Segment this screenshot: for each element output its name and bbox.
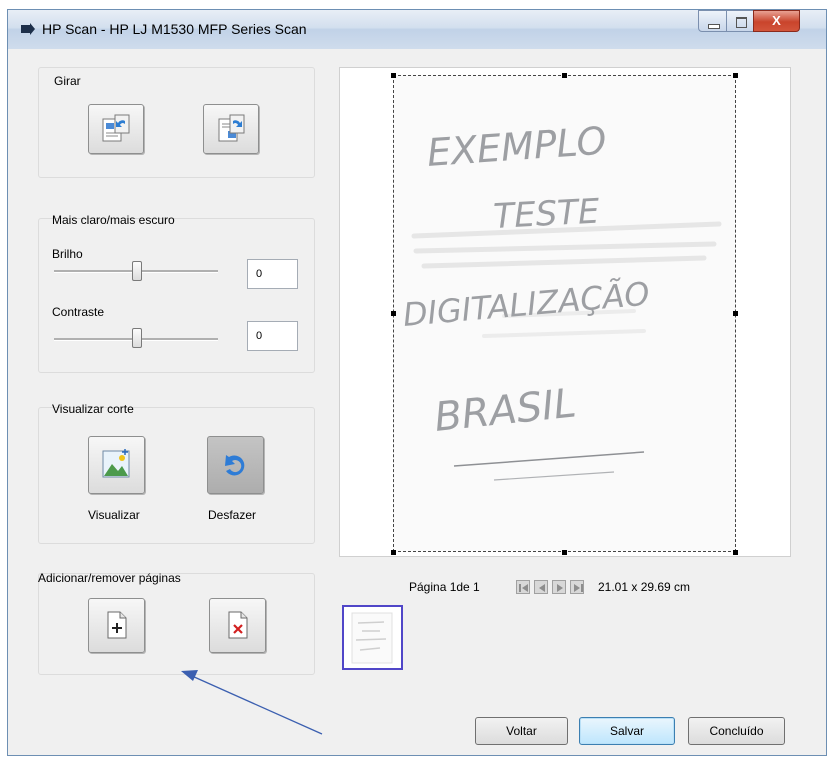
image-preview-icon bbox=[102, 449, 130, 478]
first-page-icon bbox=[519, 584, 528, 592]
pages-group bbox=[38, 573, 315, 675]
crop-preview-label: Visualizar corte bbox=[52, 402, 134, 416]
pages-group-label: Adicionar/remover páginas bbox=[38, 571, 181, 585]
crop-preview-group bbox=[38, 407, 315, 544]
remove-page-icon bbox=[228, 611, 248, 639]
close-button[interactable]: X bbox=[753, 10, 800, 32]
next-page-icon bbox=[557, 584, 563, 592]
brightness-input[interactable]: 0 bbox=[247, 259, 298, 289]
close-icon: X bbox=[772, 13, 781, 28]
rotate-left-icon bbox=[102, 114, 130, 142]
minimize-icon bbox=[708, 24, 720, 29]
undo-caption: Desfazer bbox=[208, 508, 257, 522]
back-button[interactable]: Voltar bbox=[475, 717, 568, 745]
maximize-icon bbox=[736, 17, 747, 28]
next-page-button[interactable] bbox=[552, 580, 566, 594]
crop-handle-right[interactable] bbox=[733, 311, 738, 316]
minimize-button[interactable] bbox=[698, 10, 727, 32]
scan-preview[interactable]: EXEMPLO TESTE DIGITALIZAÇÃO BRASIL bbox=[339, 67, 791, 557]
contrast-slider-thumb[interactable] bbox=[132, 328, 142, 348]
maximize-button[interactable] bbox=[726, 10, 754, 32]
contrast-input[interactable]: 0 bbox=[247, 321, 298, 351]
preview-button[interactable] bbox=[88, 436, 145, 494]
handwriting-line-3: DIGITALIZAÇÃO bbox=[401, 275, 651, 334]
brightness-slider-thumb[interactable] bbox=[132, 261, 142, 281]
arrow-icon bbox=[21, 23, 35, 35]
rotate-right-button[interactable] bbox=[203, 104, 259, 154]
page-indicator: Página 1de 1 bbox=[409, 580, 480, 594]
rotate-group-label: Girar bbox=[54, 74, 81, 88]
handwriting-image: EXEMPLO TESTE DIGITALIZAÇÃO BRASIL bbox=[401, 119, 722, 481]
undo-icon bbox=[225, 455, 245, 476]
handwriting-line-4: BRASIL bbox=[432, 380, 578, 441]
previous-page-icon bbox=[539, 584, 545, 592]
remove-page-button[interactable] bbox=[209, 598, 266, 653]
done-button[interactable]: Concluído bbox=[688, 717, 785, 745]
brightness-label: Brilho bbox=[52, 247, 83, 261]
window-title: HP Scan - HP LJ M1530 MFP Series Scan bbox=[42, 21, 307, 37]
undo-button[interactable] bbox=[207, 436, 264, 494]
add-page-icon bbox=[107, 611, 127, 639]
crop-handle-top-right[interactable] bbox=[733, 73, 738, 78]
title-bar[interactable]: HP Scan - HP LJ M1530 MFP Series Scan X bbox=[8, 10, 826, 49]
crop-region[interactable]: EXEMPLO TESTE DIGITALIZAÇÃO BRASIL bbox=[393, 75, 736, 552]
crop-handle-bottom-right[interactable] bbox=[733, 550, 738, 555]
save-button[interactable]: Salvar bbox=[579, 717, 675, 745]
handwriting-line-2: TESTE bbox=[492, 191, 601, 237]
handwriting-line-1: EXEMPLO bbox=[426, 119, 608, 175]
hp-scan-window: HP Scan - HP LJ M1530 MFP Series Scan X … bbox=[7, 9, 827, 756]
page-thumbnail[interactable] bbox=[342, 605, 403, 670]
crop-handle-top[interactable] bbox=[562, 73, 567, 78]
last-page-button[interactable] bbox=[570, 580, 584, 594]
first-page-button[interactable] bbox=[516, 580, 530, 594]
thumbnail-image bbox=[351, 612, 393, 664]
rotate-right-icon bbox=[218, 114, 245, 142]
brightness-contrast-label: Mais claro/mais escuro bbox=[52, 213, 175, 227]
rotate-left-button[interactable] bbox=[88, 104, 144, 154]
add-page-button[interactable] bbox=[88, 598, 145, 653]
last-page-icon bbox=[574, 584, 583, 592]
previous-page-button[interactable] bbox=[534, 580, 548, 594]
crop-handle-left[interactable] bbox=[391, 311, 396, 316]
page-dimensions: 21.01 x 29.69 cm bbox=[598, 580, 691, 594]
crop-handle-top-left[interactable] bbox=[391, 73, 396, 78]
preview-caption: Visualizar bbox=[88, 508, 140, 522]
crop-handle-bottom[interactable] bbox=[562, 550, 567, 555]
contrast-label: Contraste bbox=[52, 305, 105, 319]
crop-handle-bottom-left[interactable] bbox=[391, 550, 396, 555]
